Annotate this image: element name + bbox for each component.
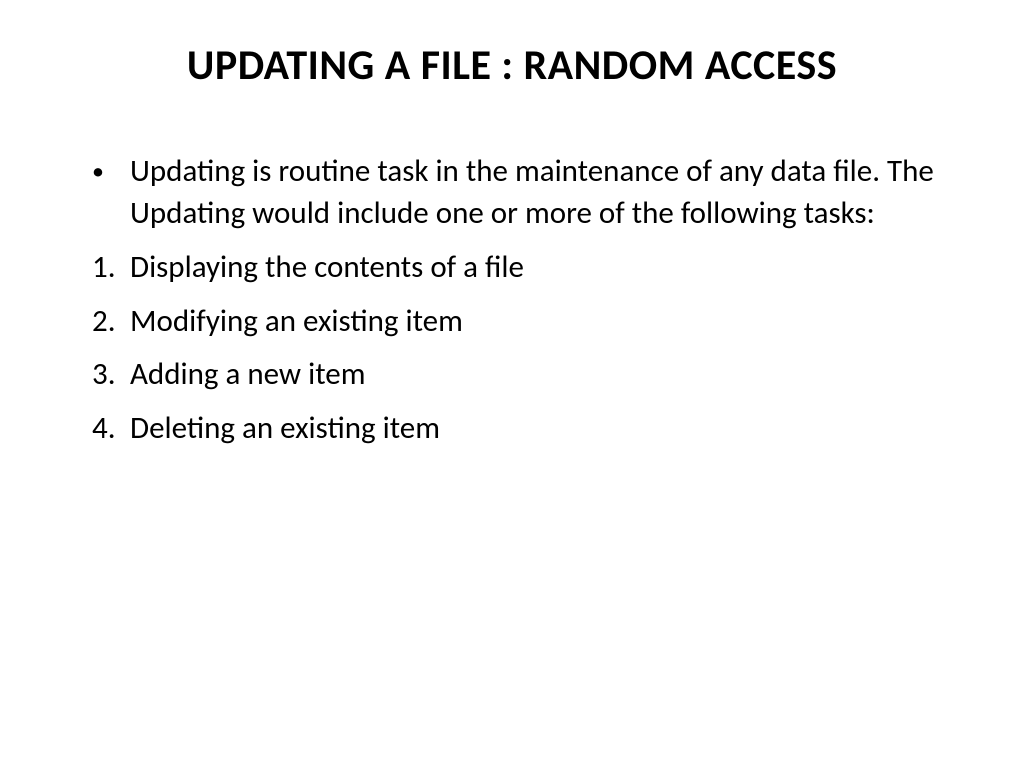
list-text: Displaying the contents of a file [130, 247, 954, 289]
list-number: 3. [92, 354, 130, 396]
list-text: Adding a new item [130, 354, 954, 396]
slide-content: • Updating is routine task in the mainte… [70, 151, 954, 450]
list-number: 4. [92, 408, 130, 450]
slide-title: UPDATING A FILE : RANDOM ACCESS [70, 40, 954, 91]
task-list: 1. Displaying the contents of a file 2. … [70, 247, 954, 450]
bullet-icon: • [92, 151, 130, 235]
list-text: Modifying an existing item [130, 301, 954, 343]
list-number: 2. [92, 301, 130, 343]
list-item: 2. Modifying an existing item [70, 301, 954, 343]
intro-bullet: • Updating is routine task in the mainte… [70, 151, 954, 235]
intro-text: Updating is routine task in the maintena… [130, 151, 954, 235]
list-item: 1. Displaying the contents of a file [70, 247, 954, 289]
list-text: Deleting an existing item [130, 408, 954, 450]
list-number: 1. [92, 247, 130, 289]
list-item: 4. Deleting an existing item [70, 408, 954, 450]
list-item: 3. Adding a new item [70, 354, 954, 396]
